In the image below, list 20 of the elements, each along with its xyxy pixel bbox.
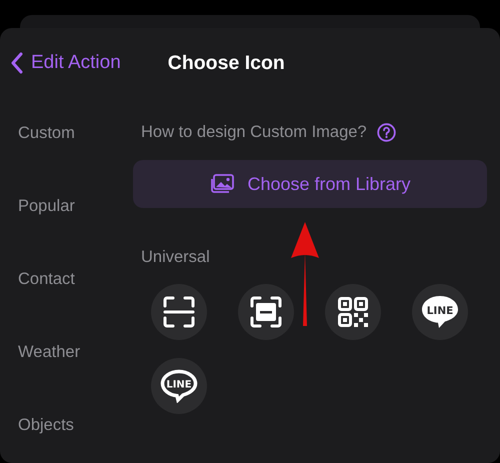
category-item[interactable]: Weather [18,339,133,366]
choose-from-library-button[interactable]: Choose from Library [133,160,487,208]
chat-bubble-icon: LINE [160,369,198,403]
help-icon[interactable] [376,123,396,142]
qr-code-icon [338,297,368,327]
help-text: How to design Custom Image? [141,123,367,142]
scan-icon [163,296,195,328]
icon-tile[interactable]: LINE [151,358,207,414]
category-item[interactable]: Popular [18,193,133,220]
chevron-left-icon [11,52,23,74]
back-button[interactable]: Edit Action [11,52,121,74]
photos-icon [209,174,236,194]
category-item[interactable]: Objects [18,412,133,439]
section-title: Universal [141,248,211,267]
category-item[interactable]: Custom [18,120,133,147]
chat-bubble-icon: LINE [421,295,459,329]
icon-tile[interactable]: LINE [412,284,468,340]
screen-title: Choose Icon [168,52,285,74]
scan-icon [250,296,282,328]
category-item[interactable]: Contact [18,266,133,293]
